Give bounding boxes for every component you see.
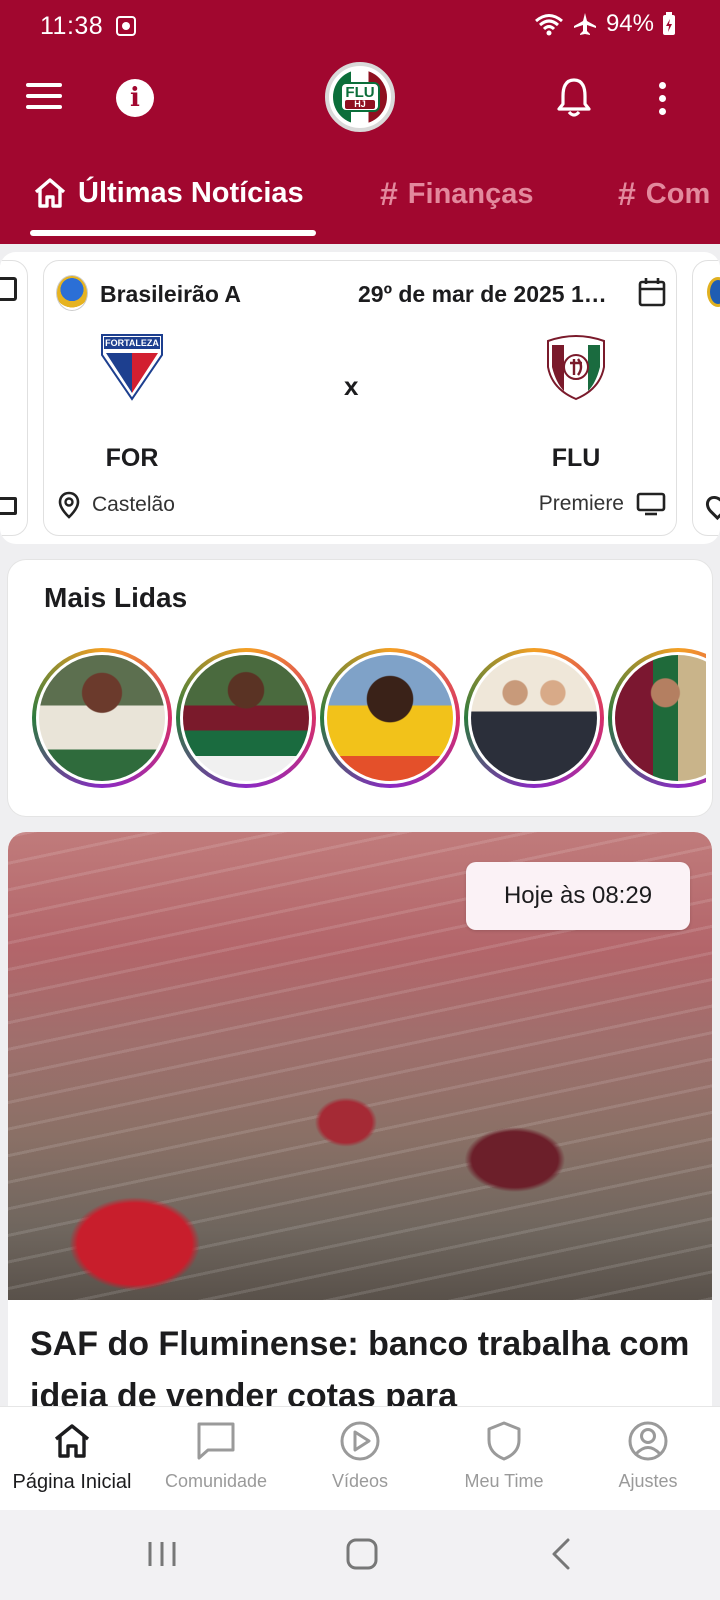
- nav-comunidade[interactable]: Comunidade: [144, 1419, 288, 1492]
- calendar-icon: [0, 277, 17, 301]
- system-navigation-bar: [0, 1510, 720, 1600]
- status-right: 94%: [534, 10, 676, 38]
- tab-label: Com: [645, 178, 711, 210]
- broadcast: Premiere: [539, 491, 666, 517]
- battery-percent: 94%: [605, 10, 654, 37]
- back-icon[interactable]: [540, 1534, 584, 1574]
- next-match-card[interactable]: [692, 260, 720, 536]
- hash-icon: #: [618, 176, 636, 212]
- tab-label: Últimas Notícias: [78, 176, 304, 209]
- more-options-icon[interactable]: [650, 78, 674, 118]
- tv-icon: [636, 492, 666, 516]
- away-team[interactable]: FLU: [516, 333, 636, 473]
- battery-icon: [663, 12, 675, 35]
- app-logo: FLU HJ: [325, 62, 395, 132]
- app-header: 11:38 94% i FLU HJ Últimas Notícias # Fin…: [0, 0, 720, 244]
- calendar-icon[interactable]: [638, 277, 666, 307]
- league-logo: [56, 275, 88, 311]
- category-tabs: Últimas Notícias # Finanças # Com: [0, 160, 720, 244]
- status-bar: 11:38 94%: [0, 0, 720, 52]
- match-card[interactable]: Brasileirão A 29º de mar de 2025 1… FORT…: [43, 260, 677, 536]
- bell-icon[interactable]: [554, 76, 594, 118]
- nav-label: Meu Time: [464, 1471, 544, 1491]
- venue-name: Castelão: [92, 493, 175, 516]
- away-team-code: FLU: [551, 444, 601, 472]
- nav-label: Ajustes: [618, 1471, 678, 1491]
- league-logo: [707, 277, 720, 307]
- story-avatar[interactable]: [320, 648, 460, 788]
- recent-apps-icon[interactable]: [140, 1534, 184, 1574]
- nav-videos[interactable]: Vídeos: [288, 1419, 432, 1492]
- tab-ultimas-noticias[interactable]: Últimas Notícias: [32, 176, 304, 210]
- hash-icon: #: [380, 176, 398, 212]
- story-avatar[interactable]: [464, 648, 604, 788]
- most-read-section: Mais Lidas: [8, 560, 712, 816]
- menu-icon[interactable]: [26, 78, 62, 114]
- crest-text: FORTALEZA: [105, 338, 159, 348]
- airplane-icon: [573, 13, 596, 35]
- location-pin-icon: [58, 491, 80, 519]
- nav-pagina-inicial[interactable]: Página Inicial: [0, 1419, 144, 1494]
- shield-icon: [487, 1421, 521, 1461]
- previous-match-card[interactable]: [0, 260, 28, 536]
- home-team-code: FOR: [105, 444, 159, 472]
- home-icon: [34, 178, 66, 208]
- location-pin-icon: [701, 491, 720, 521]
- tab-label: Finanças: [407, 178, 534, 210]
- nav-meu-time[interactable]: Meu Time: [432, 1419, 576, 1492]
- logo-sub: HJ: [345, 100, 375, 109]
- tv-icon: [0, 497, 17, 515]
- nav-label: Vídeos: [331, 1471, 389, 1491]
- stories-row[interactable]: [24, 648, 706, 790]
- story-avatar[interactable]: [32, 648, 172, 788]
- story-image: [615, 655, 706, 781]
- tab-com[interactable]: # Com: [618, 176, 710, 213]
- story-image: [327, 655, 453, 781]
- chat-icon: [197, 1422, 235, 1460]
- match-date: 29º de mar de 2025 1…: [358, 281, 607, 307]
- nav-label: Comunidade: [164, 1471, 268, 1491]
- nav-ajustes[interactable]: Ajustes: [576, 1419, 720, 1492]
- info-icon[interactable]: i: [116, 79, 154, 117]
- section-title: Mais Lidas: [44, 582, 188, 613]
- versus-label: x: [344, 371, 359, 401]
- fluminense-crest-icon: [547, 335, 605, 401]
- league-name: Brasileirão A: [100, 281, 242, 307]
- broadcast-name: Premiere: [538, 492, 624, 515]
- story-avatar[interactable]: [176, 648, 316, 788]
- home-team[interactable]: FORTALEZA FOR: [72, 333, 192, 473]
- bottom-navigation: Página Inicial Comunidade Vídeos Meu Tim…: [0, 1406, 720, 1510]
- venue: Castelão: [58, 491, 175, 519]
- match-carousel[interactable]: Brasileirão A 29º de mar de 2025 1… FORT…: [0, 252, 720, 544]
- notification-status-icon: [116, 16, 136, 36]
- home-button-icon[interactable]: [340, 1534, 384, 1574]
- story-image: [183, 655, 309, 781]
- status-time: 11:38: [40, 12, 104, 40]
- story-avatar[interactable]: [608, 648, 706, 788]
- nav-label: Página Inicial: [12, 1471, 132, 1493]
- tab-indicator: [30, 230, 316, 236]
- news-title[interactable]: SAF do Fluminense: banco trabalha com id…: [30, 1318, 700, 1406]
- wifi-icon: [534, 14, 563, 36]
- news-timestamp: Hoje às 08:29: [466, 862, 690, 930]
- tab-financas[interactable]: # Finanças: [380, 176, 534, 213]
- story-image: [471, 655, 597, 781]
- fortaleza-crest-icon: FORTALEZA: [101, 334, 163, 401]
- profile-icon: [628, 1421, 668, 1461]
- story-image: [39, 655, 165, 781]
- news-card[interactable]: Hoje às 08:29 SAF do Fluminense: banco t…: [8, 832, 712, 1406]
- home-icon: [54, 1424, 90, 1458]
- play-icon: [340, 1421, 380, 1461]
